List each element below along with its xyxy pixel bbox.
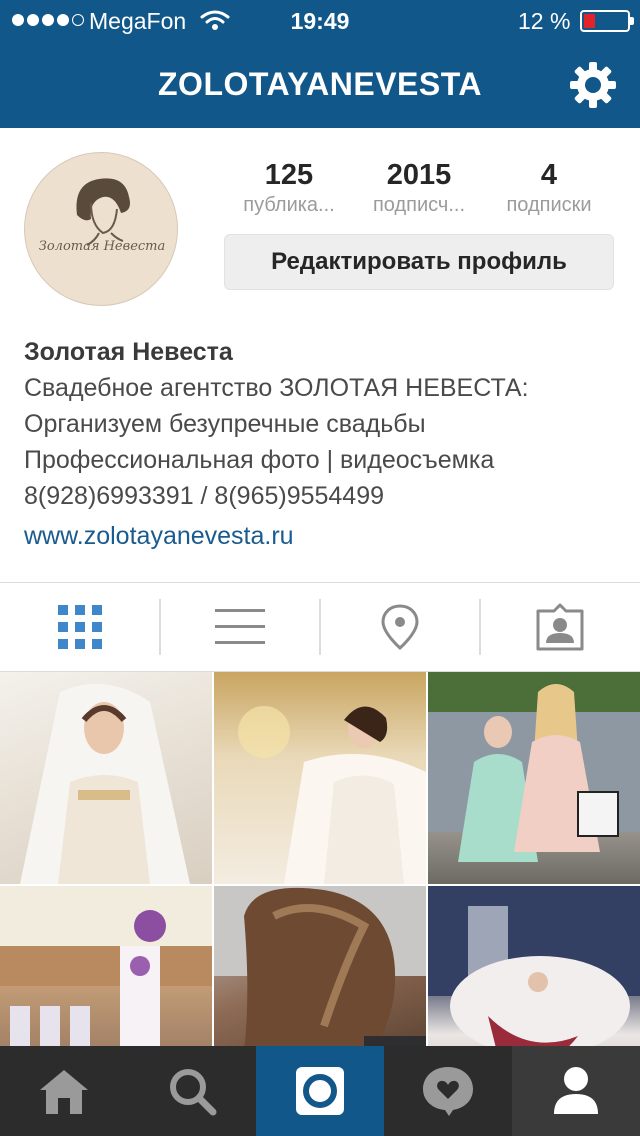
stat-posts[interactable]: 125 публика...	[224, 158, 354, 218]
flower-girls-photo	[428, 672, 640, 862]
battery-level	[584, 14, 595, 28]
photo-thumbnail[interactable]	[0, 886, 212, 1046]
bio-line: 8(928)6993391 / 8(965)9554499	[24, 482, 385, 510]
stat-value: 125	[264, 159, 314, 191]
photo-thumbnail[interactable]	[214, 886, 426, 1046]
page-title: ZOLOTAYANEVESTA	[158, 66, 482, 102]
stat-value: 2015	[386, 159, 452, 191]
bio-line: Организуем безупречные свадьбы	[24, 410, 426, 438]
profile-name: Золотая Невеста	[24, 338, 233, 366]
stat-value: 4	[540, 159, 558, 191]
wedding-hall-photo	[0, 886, 212, 1046]
tab-location[interactable]	[320, 583, 480, 671]
home-icon	[40, 1070, 88, 1114]
list-icon	[215, 609, 265, 644]
status-bar: MegaFon 19:49 12 %	[0, 0, 640, 40]
bride-dress-photo	[428, 886, 640, 1046]
bio-line: Профессиональная фото | видеосъемка	[24, 446, 495, 474]
photo-thumbnail[interactable]	[0, 672, 212, 884]
gear-icon[interactable]	[568, 60, 618, 110]
bride-chandelier-photo	[238, 706, 426, 884]
photo-thumbnail[interactable]	[428, 672, 640, 884]
top-bar: MegaFon 19:49 12 % ZOLOTAYANEVESTA	[0, 0, 640, 128]
website-link[interactable]: www.zolotayanevesta.ru	[24, 518, 294, 554]
tab-tagged[interactable]	[480, 583, 640, 671]
search-icon	[170, 1069, 217, 1116]
nav-profile[interactable]	[512, 1046, 640, 1136]
bride-photo	[20, 684, 190, 884]
nav-activity[interactable]	[384, 1046, 512, 1136]
bride-logo-icon	[76, 178, 130, 246]
stat-followers[interactable]: 2015 подписч...	[354, 158, 484, 218]
bottom-nav	[0, 1046, 640, 1136]
nav-home[interactable]	[0, 1046, 128, 1136]
battery-icon	[580, 10, 634, 32]
stat-following[interactable]: 4 подписки	[484, 158, 614, 218]
tagged-person-icon	[536, 603, 584, 651]
avatar[interactable]: Золотая Невеста	[24, 152, 178, 306]
battery-percent: 12 %	[518, 8, 571, 34]
hairstyle-photo	[214, 886, 426, 1046]
grid-icon	[58, 605, 102, 649]
nav-camera[interactable]	[256, 1046, 384, 1136]
edit-profile-button[interactable]: Редактировать профиль	[224, 234, 614, 290]
profile-icon	[554, 1067, 598, 1114]
activity-heart-icon	[423, 1067, 473, 1116]
tab-list[interactable]	[160, 583, 320, 671]
stat-label: публика...	[243, 194, 335, 216]
photo-grid	[0, 672, 640, 1046]
bio: Золотая Невеста Свадебное агентство ЗОЛО…	[24, 334, 624, 554]
profile-view-tabs	[0, 582, 640, 672]
stat-label: подписки	[506, 194, 592, 216]
nav-search[interactable]	[128, 1046, 256, 1136]
bio-line: Свадебное агентство ЗОЛОТАЯ НЕВЕСТА:	[24, 374, 529, 402]
stat-label: подписч...	[372, 194, 466, 216]
avatar-logo-text: Золотая Невеста	[38, 239, 166, 254]
camera-icon	[296, 1067, 344, 1115]
photo-thumbnail[interactable]	[428, 886, 640, 1046]
photo-thumbnail[interactable]	[214, 672, 426, 884]
location-pin-icon	[381, 604, 419, 651]
tab-grid[interactable]	[0, 583, 160, 671]
